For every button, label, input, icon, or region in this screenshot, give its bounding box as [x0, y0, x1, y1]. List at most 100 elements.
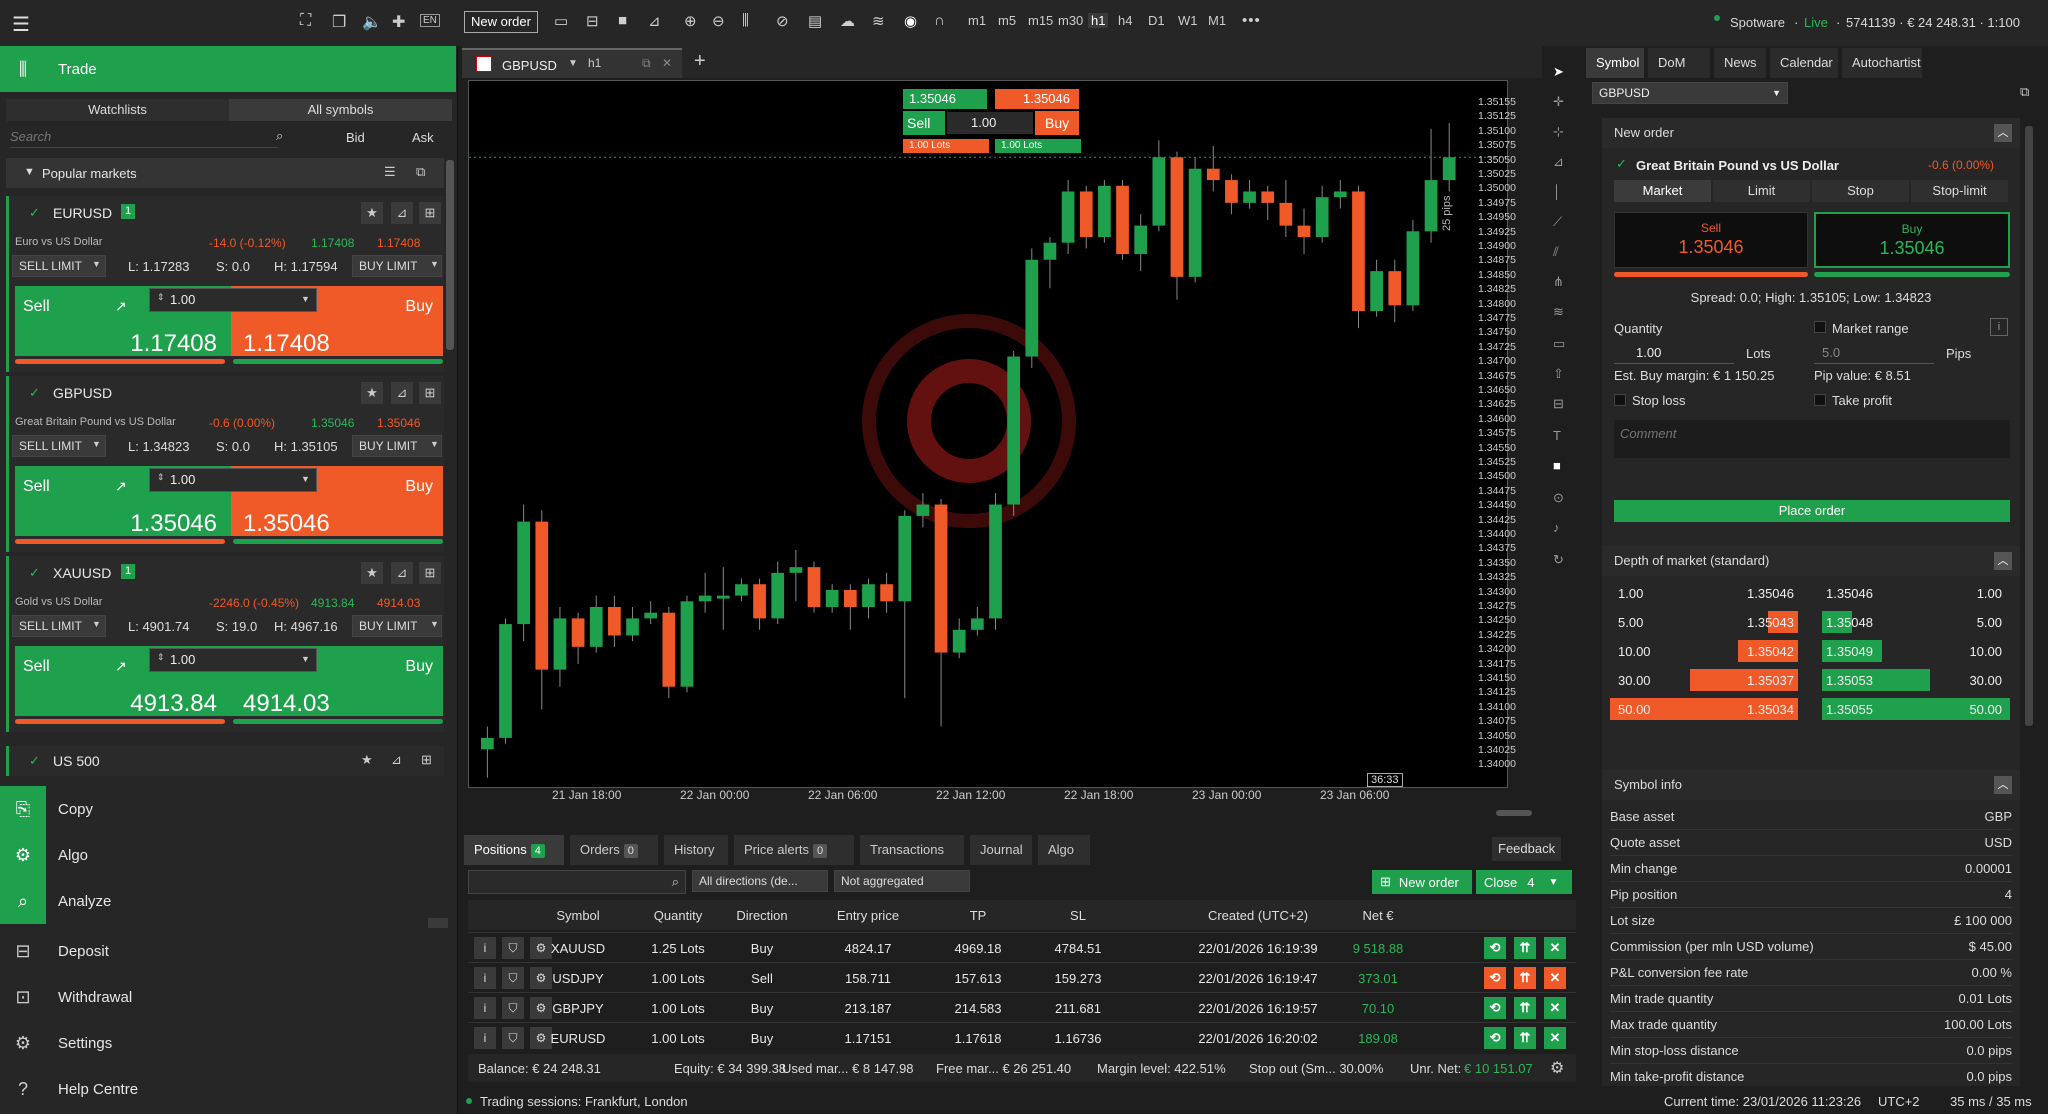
place-order-button[interactable]: Place order: [1614, 500, 2010, 522]
nav-deposit[interactable]: ⊟ Deposit: [0, 928, 456, 974]
symbol-info-header[interactable]: Symbol info ︿: [1602, 770, 2020, 800]
positions-search-input[interactable]: ⌕: [468, 870, 686, 894]
dropdown-icon[interactable]: ▼: [301, 654, 310, 664]
quantity-input[interactable]: 1.00: [149, 648, 317, 672]
chart-tab-gbpusd[interactable]: GBPUSD ▼ h1 ⧉ ✕: [462, 48, 682, 78]
plugin-icon[interactable]: ✚: [392, 12, 405, 32]
candle-body[interactable]: [825, 589, 839, 607]
stepper-icon[interactable]: ⇕: [157, 292, 165, 303]
timeframe-M1[interactable]: M1: [1208, 13, 1226, 28]
quantity-input[interactable]: 1.00: [149, 468, 317, 492]
fullscreen-icon[interactable]: ⛶: [300, 12, 311, 30]
directions-filter[interactable]: All directions (de...: [692, 870, 828, 892]
order-type-market[interactable]: Market: [1614, 180, 1711, 202]
candle-body[interactable]: [1261, 191, 1275, 203]
dom-bid-row[interactable]: 10.00 1.35042: [1612, 640, 1800, 662]
list-icon[interactable]: ☰: [384, 164, 396, 180]
watchlist-card-eurusd[interactable]: ✓ EURUSD 1 ★ ⊿ ⊞ Euro vs US Dollar -14.0 (-0.12…: [6, 196, 444, 372]
info-icon[interactable]: i: [474, 937, 496, 959]
timeframe-h4[interactable]: h4: [1118, 13, 1132, 28]
close-position-icon[interactable]: ✕: [1544, 937, 1566, 959]
candle-body[interactable]: [1134, 225, 1148, 255]
right-scrollbar[interactable]: [2025, 126, 2033, 726]
quick-qty-input[interactable]: 1.00: [947, 112, 1033, 134]
timeframe-W1[interactable]: W1: [1178, 13, 1198, 28]
nav-copy[interactable]: ⎘ Copy: [0, 786, 456, 832]
take-profit-checkbox[interactable]: [1814, 394, 1826, 406]
candle-body[interactable]: [589, 607, 603, 647]
color-icon[interactable]: ■: [1553, 458, 1561, 473]
dropdown-icon[interactable]: ▼: [301, 294, 310, 304]
candle-body[interactable]: [608, 607, 621, 636]
quick-sell-button[interactable]: Sell: [903, 111, 945, 135]
chart-timeframe[interactable]: h1: [588, 56, 601, 70]
tab-calendar[interactable]: Calendar: [1770, 48, 1838, 78]
collapse-icon[interactable]: ︿: [1994, 552, 2012, 570]
close-position-icon[interactable]: ✕: [1544, 997, 1566, 1019]
dom-bid-row[interactable]: 30.00 1.35037: [1612, 669, 1800, 691]
account-broker[interactable]: Spotware: [1730, 15, 1785, 30]
positions-new-order-button[interactable]: ⊞ New order: [1372, 870, 1472, 894]
ray-icon[interactable]: ⟋: [1553, 214, 1562, 230]
candle-body[interactable]: [698, 595, 712, 602]
candle-body[interactable]: [934, 504, 948, 653]
detach-icon[interactable]: ⧉: [642, 56, 651, 71]
reverse-icon[interactable]: ⟲: [1484, 997, 1506, 1019]
new-order-button[interactable]: New order: [464, 11, 538, 33]
double-up-icon[interactable]: ⇈: [1514, 997, 1536, 1019]
arrow-icon[interactable]: ⇧: [1553, 366, 1564, 382]
watchlist-scrollbar[interactable]: [446, 160, 454, 350]
close-position-icon[interactable]: ✕: [1544, 967, 1566, 989]
candle-body[interactable]: [880, 584, 893, 602]
alert-bell-icon[interactable]: ♪: [1553, 520, 1560, 535]
close-position-icon[interactable]: ✕: [1544, 1027, 1566, 1049]
candle-body[interactable]: [1388, 271, 1402, 306]
timeframe-m30[interactable]: m30: [1058, 13, 1083, 28]
horizontal-line-icon[interactable]: ⊹: [1553, 124, 1564, 140]
chart-icon[interactable]: ⊿: [391, 752, 402, 768]
template-icon[interactable]: ■: [618, 12, 627, 29]
tab-positions[interactable]: Positions 4: [464, 835, 564, 865]
candle-body[interactable]: [1116, 185, 1129, 255]
hamburger-menu-icon[interactable]: ☰: [12, 12, 30, 37]
eye-icon[interactable]: ◉: [904, 12, 917, 30]
close-tab-icon[interactable]: ✕: [662, 56, 672, 70]
candle-body[interactable]: [1170, 157, 1184, 277]
popout-icon[interactable]: ⧉: [2020, 84, 2029, 100]
market-range-checkbox[interactable]: [1814, 321, 1826, 333]
candle-body[interactable]: [662, 612, 676, 687]
settings-gear-icon[interactable]: ⚙: [1550, 1058, 1564, 1078]
candlestick-chart[interactable]: [469, 81, 1509, 787]
market-range-input[interactable]: 5.0: [1814, 342, 1934, 364]
candle-body[interactable]: [1352, 191, 1365, 311]
dom-bid-row[interactable]: 50.00 1.35034: [1610, 698, 1800, 720]
new-order-icon[interactable]: ⊞: [419, 562, 441, 584]
account-info[interactable]: 5741139 · € 24 248.31 · 1:100: [1846, 15, 2020, 30]
stepper-icon[interactable]: ⇕: [157, 652, 165, 663]
candle-body[interactable]: [771, 572, 785, 619]
tab-dom[interactable]: DoM: [1648, 48, 1710, 78]
tab-transactions[interactable]: Transactions: [860, 835, 964, 865]
dom-ask-row[interactable]: 1.35049 10.00: [1820, 640, 2008, 662]
aggregation-filter[interactable]: Not aggregated: [834, 870, 970, 892]
timeframe-D1[interactable]: D1: [1148, 13, 1165, 28]
tab-all-symbols[interactable]: All symbols: [229, 99, 452, 121]
candle-body[interactable]: [1315, 197, 1329, 237]
candle-body[interactable]: [644, 612, 658, 619]
order-type-limit[interactable]: Limit: [1713, 180, 1810, 202]
chart-icon[interactable]: ⊿: [391, 562, 413, 584]
feedback-button[interactable]: Feedback: [1492, 837, 1562, 861]
double-up-icon[interactable]: ⇈: [1514, 967, 1536, 989]
candle-body[interactable]: [1406, 231, 1420, 306]
popular-markets-header[interactable]: ▼ Popular markets ☰ ⧉: [6, 158, 444, 188]
dom-bid-row[interactable]: 1.00 1.35046: [1612, 582, 1800, 604]
candle-body[interactable]: [571, 618, 585, 647]
history-icon[interactable]: ↻: [1553, 552, 1564, 568]
candle-body[interactable]: [499, 624, 512, 738]
candle-body[interactable]: [1098, 185, 1111, 237]
dom-ask-row[interactable]: 1.35053 30.00: [1820, 669, 2008, 691]
dom-ask-row[interactable]: 1.35046 1.00: [1820, 582, 2008, 604]
tab-symbol[interactable]: Symbol: [1586, 48, 1644, 78]
tab-news[interactable]: News: [1714, 48, 1766, 78]
chart-scrollbar[interactable]: [1496, 810, 1532, 816]
